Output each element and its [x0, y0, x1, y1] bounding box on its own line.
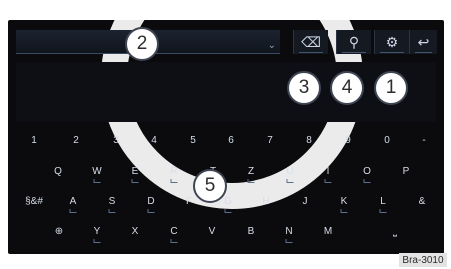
suggestion-area	[16, 62, 436, 122]
key[interactable]: X	[123, 221, 147, 241]
back-arrow-icon: ↩	[417, 33, 430, 50]
key[interactable]: 7	[258, 130, 282, 150]
key[interactable]: H	[254, 191, 278, 211]
key[interactable]: 0	[375, 130, 399, 150]
figure-code: Bra-3010	[399, 253, 447, 267]
key[interactable]: W	[85, 161, 109, 183]
key[interactable]: L	[371, 191, 395, 213]
key[interactable]: Y	[85, 221, 109, 243]
callout-5: 5	[193, 169, 227, 203]
key[interactable]: A	[61, 191, 85, 213]
microphone-icon: ⚲	[348, 33, 360, 50]
callout-3: 3	[287, 71, 321, 105]
key[interactable]: B	[239, 221, 263, 241]
keyboard-settings-button[interactable]: ⚙	[374, 30, 409, 54]
callout-4: 4	[330, 71, 364, 105]
back-button[interactable]: ↩	[409, 30, 437, 54]
key[interactable]: 2	[64, 130, 88, 150]
space-key[interactable]: ⎵	[378, 221, 412, 241]
key[interactable]: 1	[22, 130, 46, 150]
key[interactable]: 9	[336, 130, 360, 150]
key[interactable]: J	[293, 191, 317, 211]
key[interactable]: Z	[239, 161, 263, 183]
key[interactable]: P	[394, 161, 418, 181]
key[interactable]: 8	[297, 130, 321, 150]
key[interactable]: I	[316, 161, 340, 183]
key[interactable]: V	[200, 221, 224, 241]
key[interactable]: D	[139, 191, 163, 213]
key[interactable]: &	[410, 191, 434, 211]
key[interactable]: C	[162, 221, 186, 243]
chevron-down-icon: ⌄	[267, 40, 276, 51]
key[interactable]: 5	[181, 130, 205, 150]
key[interactable]: M	[316, 221, 340, 241]
key[interactable]: S	[100, 191, 124, 213]
key[interactable]: Q	[46, 161, 70, 181]
key[interactable]: R	[162, 161, 186, 183]
globe-language-key[interactable]: ⊕	[47, 221, 71, 241]
key[interactable]: U	[278, 161, 302, 183]
keyboard-row-y: ⊕ Y X C V B N M ⎵	[16, 221, 436, 243]
keyboard-row-numbers: 1 2 3 4 5 6 7 8 9 0 -	[16, 130, 436, 150]
settings-icon: ⚙	[385, 33, 399, 50]
key[interactable]: K	[332, 191, 356, 213]
key[interactable]: N	[277, 221, 301, 243]
key[interactable]: 4	[142, 130, 166, 150]
key[interactable]: O	[355, 161, 379, 183]
top-bar: ⌄ ⌫ ⚲ ⚙ ↩	[16, 30, 437, 54]
key[interactable]: 6	[219, 130, 243, 150]
callout-1: 1	[374, 71, 408, 105]
key[interactable]: E	[123, 161, 147, 183]
voice-button[interactable]: ⚲	[336, 30, 371, 54]
backspace-button[interactable]: ⌫	[293, 30, 328, 54]
callout-2: 2	[125, 27, 159, 61]
space-icon: ⎵	[393, 225, 397, 237]
backspace-icon: ⌫	[301, 33, 321, 50]
keyboard-row-q: Q W E R T Z U I O P	[16, 161, 436, 183]
globe-icon: ⊕	[54, 225, 64, 237]
keyboard-row-a: §&# A S D F G H J K L &	[16, 191, 436, 213]
key[interactable]: §&#	[20, 191, 48, 211]
key[interactable]: -	[412, 130, 436, 150]
key[interactable]: 3	[104, 130, 128, 150]
